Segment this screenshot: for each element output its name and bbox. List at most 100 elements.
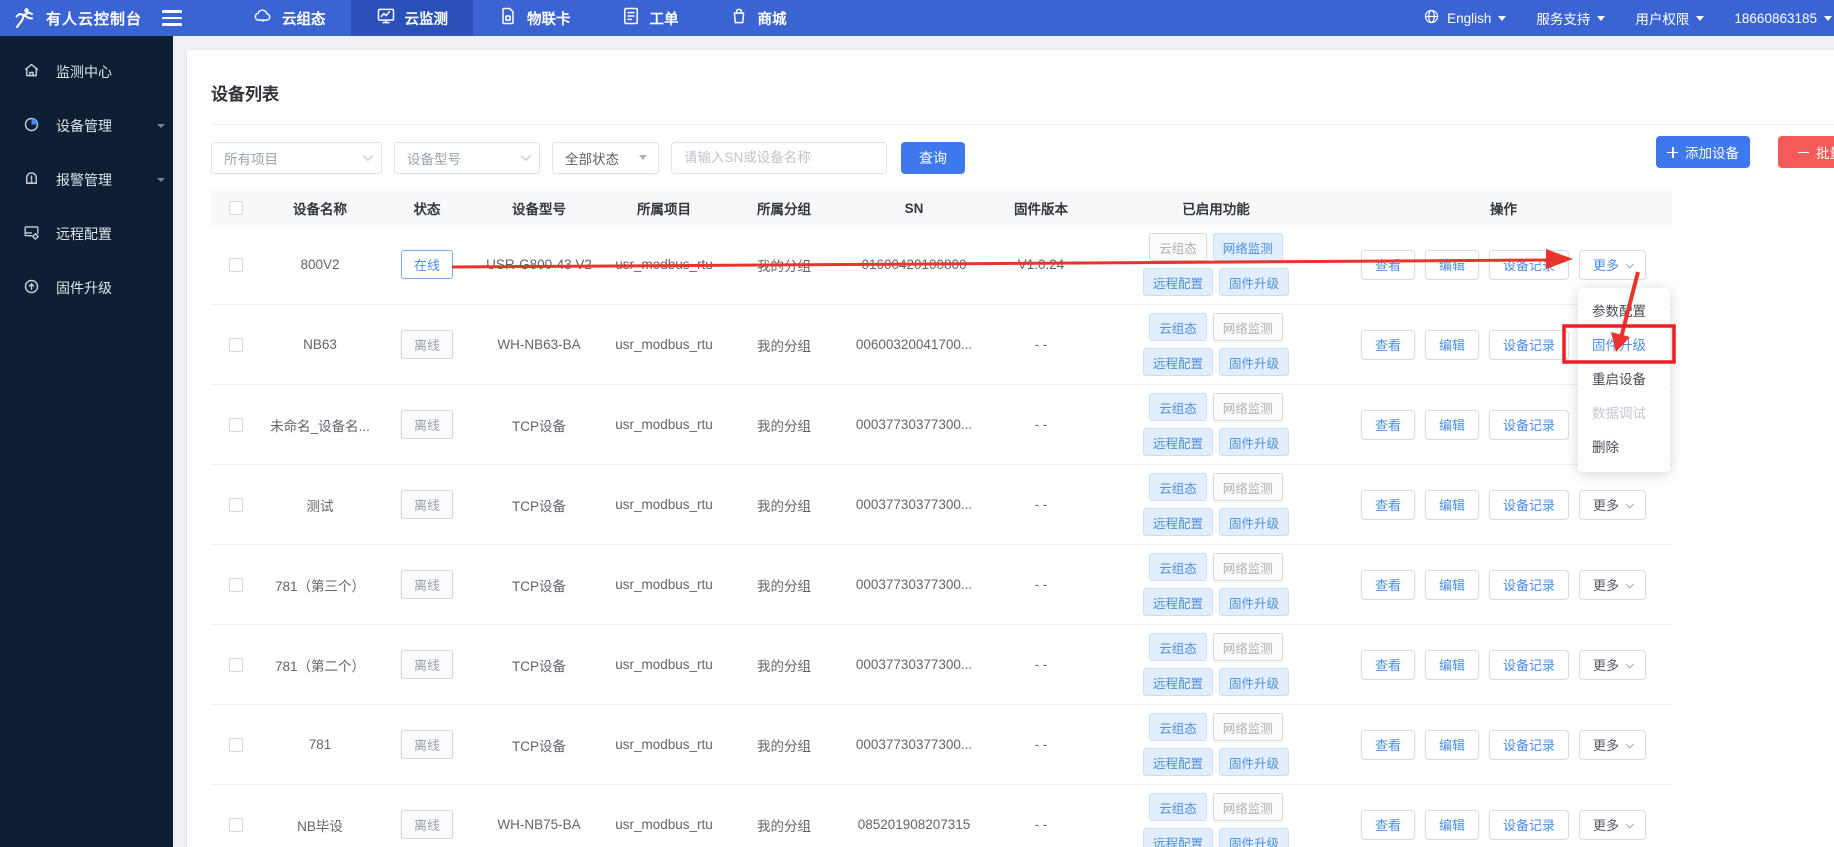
feature-badge-firmware-upgrade: 固件升级 bbox=[1219, 748, 1289, 776]
view-button[interactable]: 查看 bbox=[1375, 575, 1401, 594]
view-button[interactable]: 查看 bbox=[1375, 335, 1401, 354]
sidebar-item-label: 固件升级 bbox=[56, 278, 112, 298]
edit-button[interactable]: 编辑 bbox=[1439, 335, 1465, 354]
row-checkbox[interactable] bbox=[229, 738, 243, 752]
status-select-value: 全部状态 bbox=[565, 148, 619, 168]
language-menu[interactable]: English bbox=[1423, 8, 1506, 28]
dropdown-item[interactable]: 删除 bbox=[1578, 431, 1670, 465]
nav-cloud-monitor[interactable]: 云监测 bbox=[351, 0, 474, 36]
search-input[interactable] bbox=[671, 142, 887, 174]
device-project: usr_modbus_rtu bbox=[603, 337, 725, 352]
edit-button[interactable]: 编辑 bbox=[1439, 655, 1465, 674]
device-name: 测试 bbox=[261, 495, 379, 515]
device-project: usr_modbus_rtu bbox=[603, 817, 725, 832]
more-button[interactable]: 更多 bbox=[1579, 810, 1646, 840]
nav-label: 云组态 bbox=[282, 8, 326, 29]
chevron-down-icon bbox=[1625, 500, 1633, 508]
chevron-down-icon bbox=[1625, 580, 1633, 588]
model-select[interactable]: 设备型号 bbox=[394, 142, 540, 174]
batch-delete-button[interactable]: 批量删除 bbox=[1778, 136, 1834, 168]
dropdown-item[interactable]: 重启设备 bbox=[1578, 363, 1670, 397]
table-row: 800V2 在线 USR-G800-43 V2 usr_modbus_rtu 我… bbox=[211, 225, 1672, 305]
device-record-button[interactable]: 设备记录 bbox=[1503, 735, 1555, 754]
view-button[interactable]: 查看 bbox=[1375, 415, 1401, 434]
support-menu[interactable]: 服务支持 bbox=[1536, 8, 1605, 28]
nav-label: 物联卡 bbox=[527, 8, 571, 29]
row-checkbox[interactable] bbox=[229, 578, 243, 592]
account-menu[interactable]: 18660863185 bbox=[1734, 11, 1832, 26]
project-select[interactable]: 所有项目 bbox=[211, 142, 382, 174]
chevron-down-icon bbox=[157, 178, 165, 182]
more-button[interactable]: 更多 bbox=[1579, 650, 1646, 680]
hamburger-icon[interactable] bbox=[162, 10, 182, 26]
nav-work-order[interactable]: 工单 bbox=[596, 0, 704, 36]
device-name: NB毕设 bbox=[261, 815, 379, 835]
device-group: 我的分组 bbox=[725, 575, 843, 595]
device-group: 我的分组 bbox=[725, 735, 843, 755]
device-record-button[interactable]: 设备记录 bbox=[1503, 815, 1555, 834]
view-button[interactable]: 查看 bbox=[1375, 735, 1401, 754]
edit-button[interactable]: 编辑 bbox=[1439, 735, 1465, 754]
row-checkbox[interactable] bbox=[229, 818, 243, 832]
feature-badge-remote-config: 远程配置 bbox=[1143, 828, 1213, 847]
edit-button[interactable]: 编辑 bbox=[1439, 255, 1465, 274]
edit-button[interactable]: 编辑 bbox=[1439, 815, 1465, 834]
globe-icon bbox=[1423, 8, 1440, 28]
status-badge: 离线 bbox=[401, 650, 453, 679]
device-record-button[interactable]: 设备记录 bbox=[1503, 415, 1555, 434]
enabled-features: 云组态 网络监测 远程配置 固件升级 bbox=[1134, 633, 1298, 696]
edit-button[interactable]: 编辑 bbox=[1439, 415, 1465, 434]
device-record-button[interactable]: 设备记录 bbox=[1503, 575, 1555, 594]
row-checkbox[interactable] bbox=[229, 258, 243, 272]
edit-button[interactable]: 编辑 bbox=[1439, 575, 1465, 594]
row-checkbox[interactable] bbox=[229, 498, 243, 512]
view-button[interactable]: 查看 bbox=[1375, 815, 1401, 834]
dropdown-item[interactable]: 固件升级 bbox=[1578, 329, 1670, 363]
sidebar-item-remote-config[interactable]: 远程配置 bbox=[0, 207, 173, 261]
dropdown-item[interactable]: 参数配置 bbox=[1578, 295, 1670, 329]
permission-menu[interactable]: 用户权限 bbox=[1635, 8, 1704, 28]
nav-iot-card[interactable]: 物联卡 bbox=[473, 0, 596, 36]
row-checkbox[interactable] bbox=[229, 658, 243, 672]
enabled-features: 云组态 网络监测 远程配置 固件升级 bbox=[1134, 233, 1298, 296]
device-project: usr_modbus_rtu bbox=[603, 417, 725, 432]
device-model: WH-NB75-BA bbox=[475, 817, 603, 832]
view-button[interactable]: 查看 bbox=[1375, 495, 1401, 514]
feature-badge-cloud-scada: 云组态 bbox=[1149, 553, 1207, 581]
top-navigation: 云组态 云监测 物联卡 bbox=[228, 0, 812, 36]
more-button[interactable]: 更多 bbox=[1579, 730, 1646, 760]
add-device-button[interactable]: 添加设备 bbox=[1656, 136, 1750, 168]
view-button[interactable]: 查看 bbox=[1375, 255, 1401, 274]
sidebar-item-monitor-center[interactable]: 监测中心 bbox=[0, 45, 173, 99]
more-button[interactable]: 更多 bbox=[1579, 490, 1646, 520]
device-record-button[interactable]: 设备记录 bbox=[1503, 655, 1555, 674]
query-button[interactable]: 查询 bbox=[901, 142, 965, 174]
sidebar-item-label: 远程配置 bbox=[56, 224, 112, 244]
permission-label: 用户权限 bbox=[1635, 8, 1689, 28]
device-record-button[interactable]: 设备记录 bbox=[1503, 495, 1555, 514]
status-select[interactable]: 全部状态 bbox=[552, 142, 659, 174]
device-record-button[interactable]: 设备记录 bbox=[1503, 255, 1555, 274]
nav-cloud-scada[interactable]: 云组态 bbox=[228, 0, 351, 36]
device-project: usr_modbus_rtu bbox=[603, 577, 725, 592]
sidebar-item-alarm-management[interactable]: 报警管理 bbox=[0, 153, 173, 207]
batch-delete-label: 批量删除 bbox=[1816, 142, 1834, 162]
device-record-button[interactable]: 设备记录 bbox=[1503, 335, 1555, 354]
edit-button[interactable]: 编辑 bbox=[1439, 495, 1465, 514]
feature-badge-firmware-upgrade: 固件升级 bbox=[1219, 268, 1289, 296]
enabled-features: 云组态 网络监测 远程配置 固件升级 bbox=[1134, 793, 1298, 847]
feature-badge-cloud-scada: 云组态 bbox=[1149, 633, 1207, 661]
device-group: 我的分组 bbox=[725, 815, 843, 835]
sidebar-item-firmware-upgrade[interactable]: 固件升级 bbox=[0, 261, 173, 315]
store-icon bbox=[729, 6, 749, 30]
row-checkbox[interactable] bbox=[229, 338, 243, 352]
topbar: 有人云控制台 云组态 云监测 bbox=[0, 0, 1834, 36]
view-button[interactable]: 查看 bbox=[1375, 655, 1401, 674]
nav-store[interactable]: 商城 bbox=[704, 0, 812, 36]
more-button[interactable]: 更多 bbox=[1579, 570, 1646, 600]
more-button[interactable]: 更多 bbox=[1579, 250, 1646, 280]
select-all-checkbox[interactable] bbox=[229, 201, 243, 215]
chevron-down-icon bbox=[1498, 16, 1506, 21]
sidebar-item-device-management[interactable]: 设备管理 bbox=[0, 99, 173, 153]
row-checkbox[interactable] bbox=[229, 418, 243, 432]
